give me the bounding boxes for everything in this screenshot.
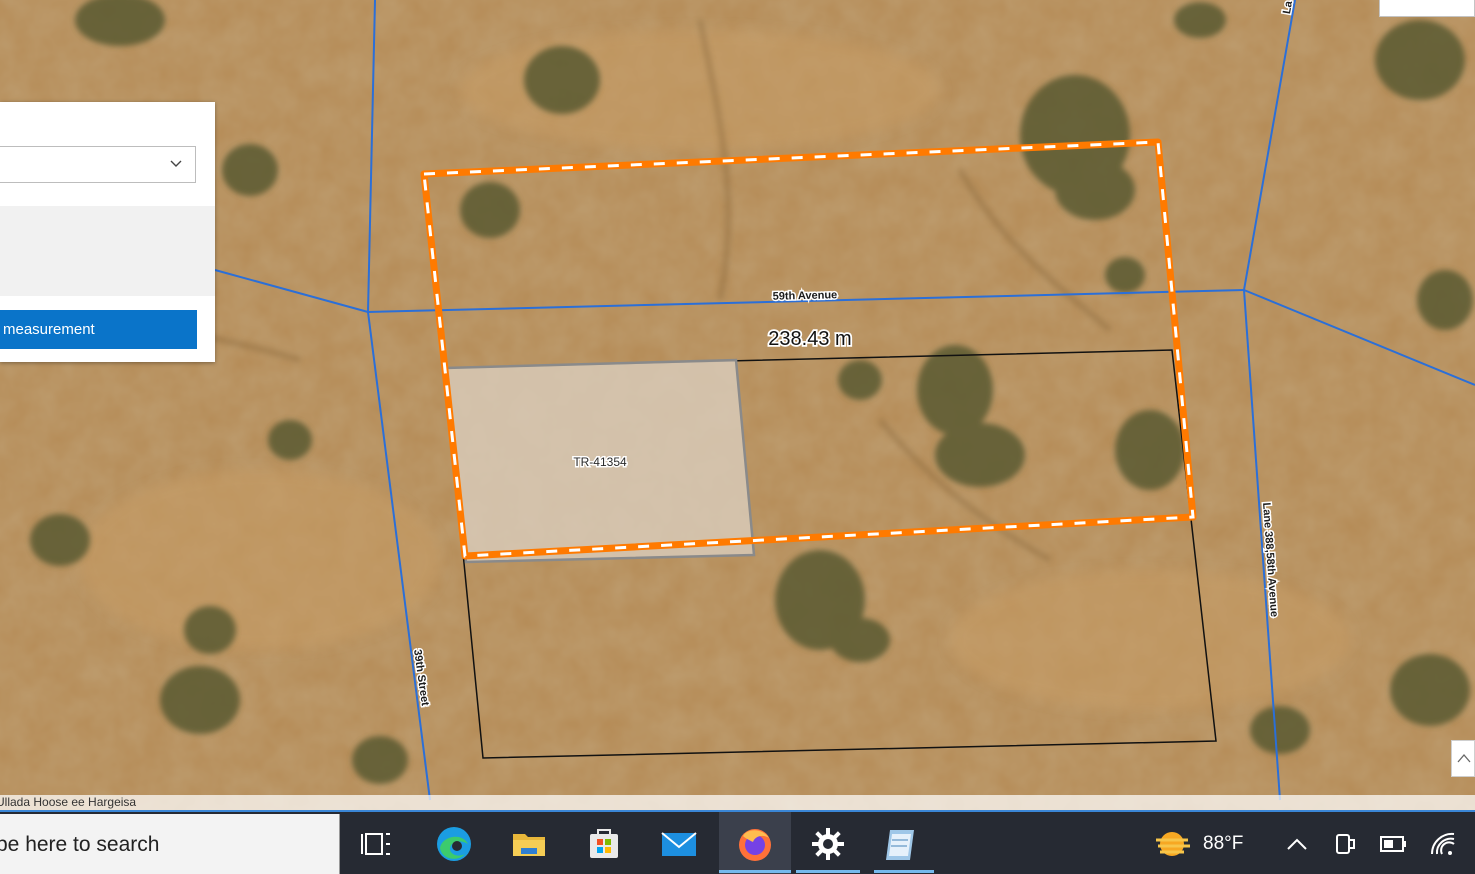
edge-icon[interactable] xyxy=(432,822,476,866)
new-measurement-button-label: measurement xyxy=(3,321,95,338)
firefox-icon[interactable] xyxy=(733,822,777,866)
sun-icon[interactable] xyxy=(1150,822,1194,866)
measurement-result-area xyxy=(0,206,215,296)
road-label-59th-avenue: 59th Avenue xyxy=(772,289,837,303)
mail-icon[interactable] xyxy=(657,822,701,866)
measurement-panel: measurement xyxy=(0,102,215,362)
taskbar: pe here to search 88°F xyxy=(0,812,1475,874)
map-svg[interactable]: 59th Avenue 39th Street Lane 388,58th Av… xyxy=(0,0,1475,810)
chevron-down-icon xyxy=(170,160,182,167)
top-right-widget[interactable] xyxy=(1379,0,1475,17)
attribution-text: Ullada Hoose ee Hargeisa xyxy=(0,795,137,809)
file-explorer-icon[interactable] xyxy=(507,822,551,866)
map-view[interactable]: 59th Avenue 39th Street Lane 388,58th Av… xyxy=(0,0,1475,810)
firefox-running-indicator xyxy=(719,870,791,873)
taskbar-search-box[interactable]: pe here to search xyxy=(0,814,340,874)
notepad-running-indicator xyxy=(874,870,934,873)
chevron-up-icon[interactable] xyxy=(1275,822,1319,866)
road-label-partial: La xyxy=(1281,0,1295,15)
chevron-up-icon xyxy=(1457,754,1471,763)
notepad-icon[interactable] xyxy=(880,822,924,866)
store-icon[interactable] xyxy=(582,822,626,866)
search-placeholder: pe here to search xyxy=(0,833,160,856)
expand-button[interactable] xyxy=(1451,740,1475,777)
wifi-icon[interactable] xyxy=(1420,822,1464,866)
settings-running-indicator xyxy=(796,870,860,873)
battery-icon[interactable] xyxy=(1371,822,1415,866)
map-attribution: Ullada Hoose ee Hargeisa xyxy=(0,795,1475,812)
task-view-icon[interactable] xyxy=(356,822,400,866)
meet-icon[interactable] xyxy=(1323,822,1367,866)
measurement-distance-label: 238.43 m xyxy=(768,328,851,350)
unit-dropdown[interactable] xyxy=(0,146,196,183)
settings-icon[interactable] xyxy=(806,822,850,866)
weather-temperature[interactable]: 88°F xyxy=(1203,833,1243,855)
parcel-label: TR-41354 xyxy=(573,455,627,469)
new-measurement-button[interactable]: measurement xyxy=(0,310,197,349)
